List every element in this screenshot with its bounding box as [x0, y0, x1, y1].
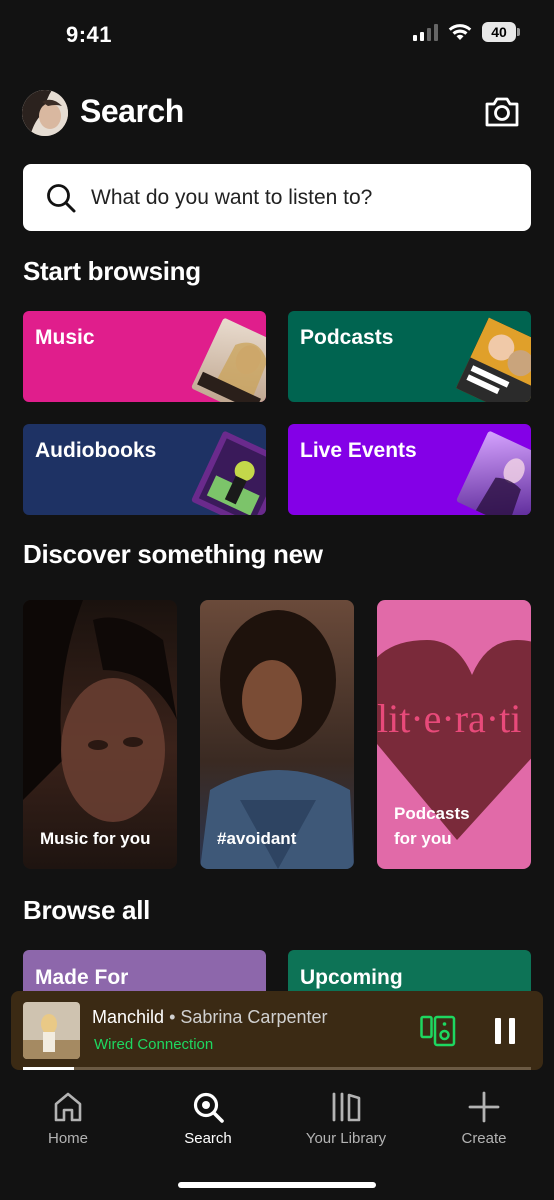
track-name: Manchild	[92, 1007, 165, 1027]
discover-card-avoidant[interactable]: #avoidant	[200, 600, 354, 869]
battery-icon: 40	[482, 22, 520, 42]
category-tile-live-events[interactable]: Live Events	[288, 424, 531, 515]
tile-label: Podcasts	[300, 326, 394, 349]
playback-progress-bar[interactable]	[23, 1067, 531, 1070]
search-input[interactable]: What do you want to listen to?	[23, 164, 531, 231]
audiobook-cover-art	[190, 430, 266, 515]
nav-label: Home	[47, 1130, 88, 1147]
separator: •	[169, 1007, 176, 1027]
podcast-cover-art	[455, 317, 531, 402]
album-art-thumbnail	[23, 1002, 80, 1059]
home-icon	[54, 1092, 82, 1122]
plus-icon	[468, 1091, 500, 1123]
now-playing-title[interactable]: Manchild • Sabrina Carpenter	[92, 1007, 327, 1028]
tile-label: Made For	[35, 966, 129, 989]
tile-label: Audiobooks	[35, 439, 157, 462]
tile-label: Music	[35, 326, 95, 349]
status-time: 9:41	[66, 22, 113, 47]
library-icon	[332, 1092, 361, 1122]
connected-device-label: Wired Connection	[94, 1036, 214, 1053]
search-icon	[193, 1092, 224, 1123]
artist-name: Sabrina Carpenter	[180, 1007, 328, 1027]
wifi-icon	[448, 24, 472, 40]
section-title-discover: Discover something new	[23, 539, 323, 569]
nav-search[interactable]: Search	[148, 1090, 268, 1147]
mini-player[interactable]: Manchild • Sabrina Carpenter Wired Conne…	[11, 991, 543, 1070]
search-icon	[47, 183, 76, 212]
nav-label: Create	[461, 1130, 507, 1147]
live-event-cover-art	[455, 430, 531, 515]
nav-label: Search	[184, 1130, 232, 1147]
category-tile-podcasts[interactable]: Podcasts	[288, 311, 531, 402]
connect-device-icon[interactable]	[420, 1015, 456, 1047]
page-title: Search	[80, 93, 184, 129]
search-placeholder: What do you want to listen to?	[91, 185, 373, 209]
tile-label: Live Events	[300, 439, 417, 462]
section-title-start-browsing: Start browsing	[23, 256, 201, 286]
label-line-1: Podcasts	[394, 804, 470, 823]
discover-card-podcasts-for-you[interactable]: lit·e·ra·ti Podcasts for you	[377, 600, 531, 869]
cellular-signal-icon	[413, 23, 438, 41]
category-tile-music[interactable]: Music	[23, 311, 266, 402]
tile-label: Upcoming	[300, 966, 403, 989]
pause-icon[interactable]	[493, 1016, 517, 1046]
home-indicator	[178, 1182, 376, 1188]
nav-home[interactable]: Home	[8, 1090, 128, 1147]
category-tile-audiobooks[interactable]: Audiobooks	[23, 424, 266, 515]
nav-label: Your Library	[305, 1130, 387, 1147]
nav-your-library[interactable]: Your Library	[286, 1090, 406, 1147]
discover-card-label: Music for you	[40, 829, 151, 848]
camera-icon[interactable]	[484, 96, 520, 128]
nav-create[interactable]: Create	[424, 1090, 544, 1147]
discover-card-music-for-you[interactable]: Music for you	[23, 600, 177, 869]
discover-card-label: Podcasts for you	[394, 801, 470, 851]
avatar[interactable]	[22, 90, 68, 136]
playback-progress-fill	[23, 1067, 74, 1070]
label-line-2: for you	[394, 829, 452, 848]
podcast-art-title: lit·e·ra·ti	[377, 696, 522, 741]
music-cover-art	[190, 317, 266, 402]
section-title-browse-all: Browse all	[23, 895, 151, 925]
discover-card-label: #avoidant	[217, 829, 297, 848]
status-icons: 40	[413, 22, 520, 42]
